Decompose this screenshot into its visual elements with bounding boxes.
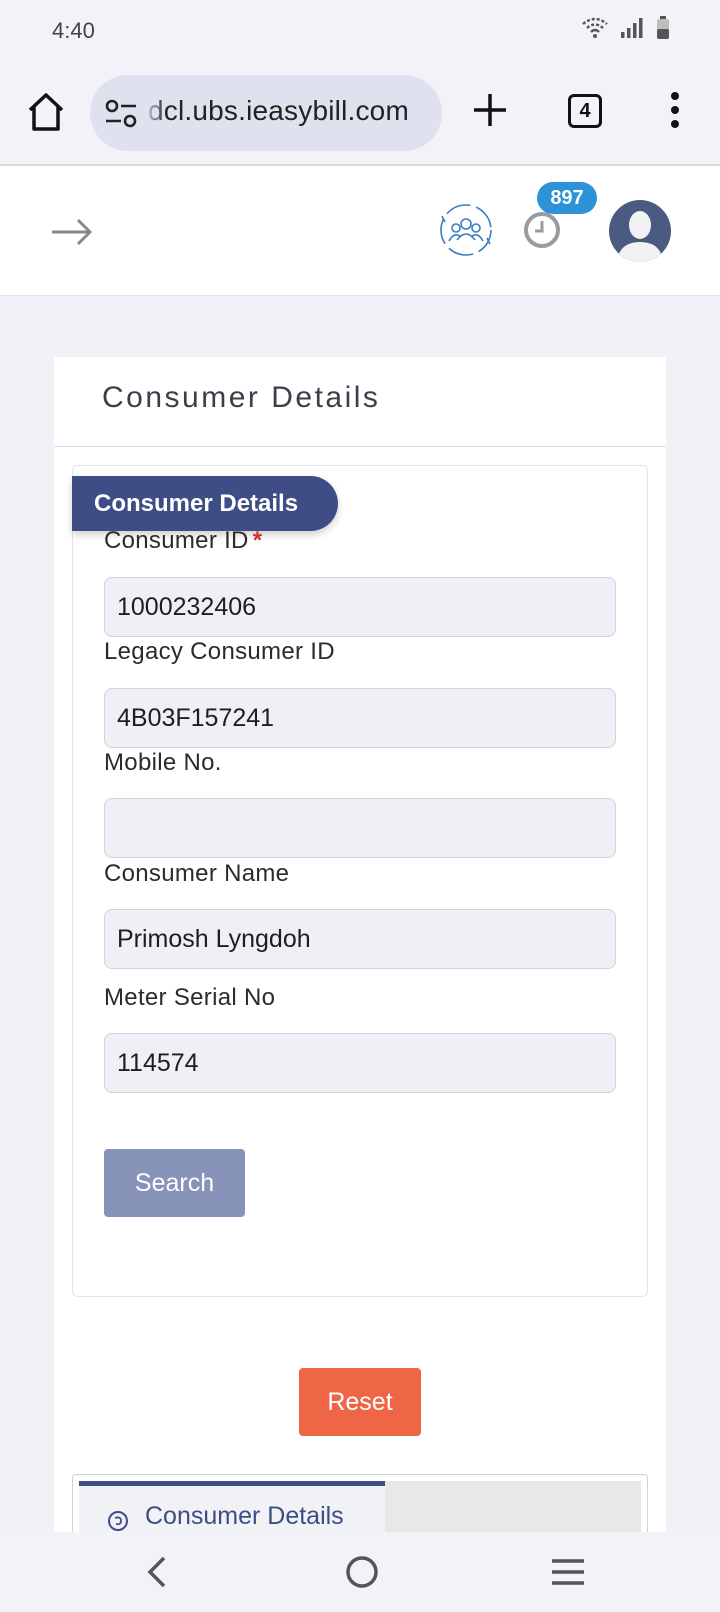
consumer-id-field[interactable] <box>104 577 616 637</box>
user-silhouette-icon <box>617 211 663 262</box>
system-nav-bar <box>0 1532 720 1612</box>
legacy-consumer-id-label: Legacy Consumer ID <box>104 638 335 665</box>
consumer-name-field[interactable] <box>104 909 616 969</box>
tab-label: Consumer Details <box>145 1502 344 1530</box>
tabs-button[interactable]: 4 <box>568 94 602 128</box>
back-icon[interactable] <box>140 1552 172 1592</box>
page-title: Consumer Details <box>102 381 381 414</box>
tab-consumer-details[interactable]: Consumer Details <box>79 1481 385 1537</box>
address-bar[interactable]: dcl.ubs.ieasybill.com <box>90 75 442 151</box>
consumer-id-label: Consumer ID * <box>104 527 263 554</box>
battery-icon <box>657 16 669 39</box>
status-time: 4:40 <box>52 18 95 43</box>
reset-button[interactable]: Reset <box>299 1368 421 1436</box>
search-button[interactable]: Search <box>104 1149 245 1217</box>
avatar[interactable] <box>609 200 671 262</box>
clock-icon[interactable] <box>522 210 562 250</box>
tab-circle-icon <box>108 1511 128 1531</box>
new-tab-icon[interactable] <box>470 90 510 130</box>
consumer-details-card: Consumer Details Consumer Details Consum… <box>54 357 666 1537</box>
meter-serial-no-field[interactable] <box>104 1033 616 1093</box>
meter-serial-no-label: Meter Serial No <box>104 984 276 1011</box>
title-divider <box>54 446 666 447</box>
arrow-right-icon[interactable] <box>48 212 96 252</box>
home-icon[interactable] <box>24 90 68 134</box>
signal-icon <box>621 18 643 38</box>
recents-icon[interactable] <box>550 1556 586 1588</box>
status-icons <box>582 16 670 40</box>
section-legend: Consumer Details <box>72 476 338 531</box>
url-text[interactable]: dcl.ubs.ieasybill.com <box>148 95 409 127</box>
home-circle-icon[interactable] <box>344 1554 380 1590</box>
mobile-no-field[interactable] <box>104 798 616 858</box>
mobile-no-label: Mobile No. <box>104 749 222 776</box>
app-header: 897 <box>0 166 720 296</box>
details-tab-panel: Consumer Details <box>72 1474 648 1537</box>
required-mark: * <box>252 527 263 554</box>
team-sync-icon[interactable] <box>438 202 494 258</box>
notification-badge[interactable]: 897 <box>537 182 597 214</box>
more-menu-icon[interactable] <box>660 90 690 130</box>
browser-toolbar: dcl.ubs.ieasybill.com 4 <box>0 62 720 166</box>
url-fade <box>144 75 166 151</box>
status-bar: 4:40 <box>0 0 720 62</box>
consumer-name-label: Consumer Name <box>104 860 290 887</box>
legacy-consumer-id-field[interactable] <box>104 688 616 748</box>
site-settings-icon[interactable] <box>104 99 138 129</box>
wifi-icon <box>582 17 608 38</box>
